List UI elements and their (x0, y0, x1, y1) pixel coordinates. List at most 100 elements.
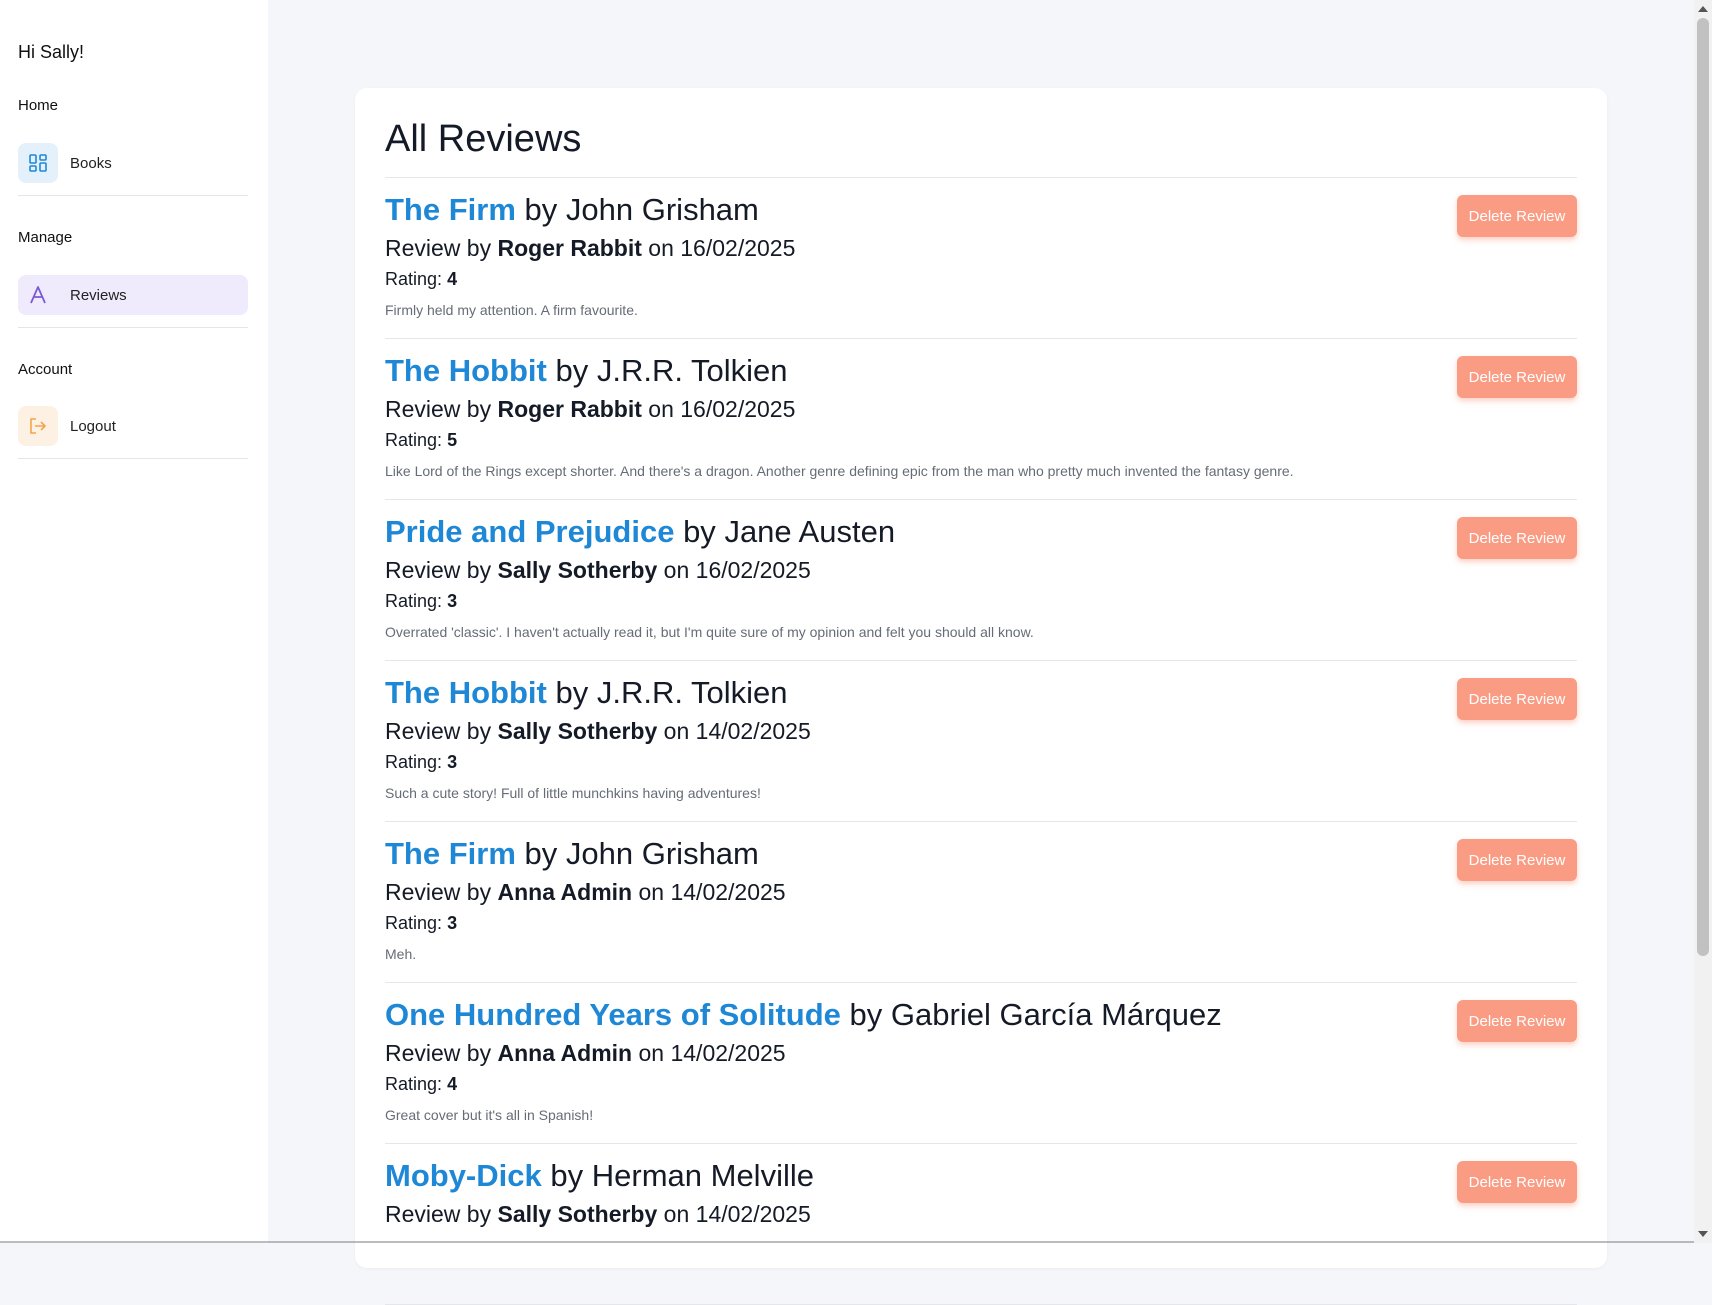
by-word: by (550, 1158, 584, 1193)
divider (18, 458, 248, 459)
sidebar-section-home: Home (18, 97, 59, 114)
sidebar: Hi Sally! Home Books Manage Reviews Acco… (0, 0, 268, 1243)
review-text: Such a cute story! Full of little munchk… (385, 785, 761, 801)
rating-prefix: Rating: (385, 913, 443, 933)
review-by-prefix: Review by (385, 1040, 492, 1066)
dashboard-grid-icon (18, 143, 58, 183)
book-title-link[interactable]: The Hobbit (385, 675, 547, 710)
rating-prefix: Rating: (385, 752, 443, 772)
review-heading: One Hundred Years of Solitude by Gabriel… (385, 997, 1222, 1033)
delete-review-button[interactable]: Delete Review (1457, 839, 1577, 881)
reviewer-name: Roger Rabbit (497, 396, 642, 422)
review-item: The Firm by John Grisham Review by Roger … (385, 178, 1577, 339)
book-title-link[interactable]: The Firm (385, 836, 516, 871)
rating-value: 4 (447, 269, 458, 289)
book-title-link[interactable]: Moby-Dick (385, 1158, 542, 1193)
review-heading: Pride and Prejudice by Jane Austen (385, 514, 895, 550)
review-heading: The Firm by John Grisham (385, 836, 759, 872)
book-author: Jane Austen (724, 514, 896, 549)
logout-icon (18, 406, 58, 446)
sidebar-section-account: Account (18, 361, 73, 378)
review-by-prefix: Review by (385, 396, 492, 422)
review-item: The Hobbit by J.R.R. Tolkien Review by Sa… (385, 661, 1577, 822)
rating-prefix: Rating: (385, 430, 443, 450)
on-word: on (663, 718, 690, 744)
delete-review-button[interactable]: Delete Review (1457, 678, 1577, 720)
review-text: Firmly held my attention. A firm favouri… (385, 302, 638, 318)
sidebar-item-label: Books (70, 154, 112, 172)
rating-value: 3 (447, 752, 458, 772)
sidebar-item-label: Logout (70, 417, 116, 435)
delete-review-button[interactable]: Delete Review (1457, 1000, 1577, 1042)
scrollbar[interactable] (1694, 0, 1712, 1243)
review-rating: Rating: 3 (385, 591, 457, 612)
delete-review-button[interactable]: Delete Review (1457, 517, 1577, 559)
review-meta: Review by Anna Admin on 14/02/2025 (385, 1040, 786, 1067)
reviewer-name: Roger Rabbit (497, 235, 642, 261)
review-item: The Firm by John Grisham Review by Anna A… (385, 822, 1577, 983)
on-word: on (663, 557, 690, 583)
review-text: Overrated 'classic'. I haven't actually … (385, 624, 1034, 640)
on-word: on (638, 1040, 665, 1066)
rating-value: 3 (447, 913, 458, 933)
by-word: by (555, 353, 589, 388)
review-date: 14/02/2025 (695, 1201, 811, 1227)
letter-a-icon (18, 275, 58, 315)
book-title-link[interactable]: Pride and Prejudice (385, 514, 674, 549)
sidebar-item-books[interactable]: Books (18, 143, 248, 183)
reviewer-name: Anna Admin (497, 1040, 633, 1066)
rating-prefix: Rating: (385, 269, 443, 289)
sidebar-item-label: Reviews (70, 286, 127, 304)
review-meta: Review by Sally Sotherby on 16/02/2025 (385, 557, 811, 584)
delete-review-button[interactable]: Delete Review (1457, 356, 1577, 398)
rating-value: 5 (447, 430, 458, 450)
rating-value: 3 (447, 591, 458, 611)
review-date: 14/02/2025 (695, 718, 811, 744)
book-title-link[interactable]: The Hobbit (385, 353, 547, 388)
rating-prefix: Rating: (385, 591, 443, 611)
reviewer-name: Anna Admin (497, 879, 633, 905)
review-text: Like Lord of the Rings except shorter. A… (385, 463, 1294, 479)
review-by-prefix: Review by (385, 557, 492, 583)
delete-review-button[interactable]: Delete Review (1457, 195, 1577, 237)
review-item: Pride and Prejudice by Jane Austen Review… (385, 500, 1577, 661)
scroll-thumb[interactable] (1697, 18, 1709, 956)
page-title: All Reviews (385, 118, 582, 160)
sidebar-item-reviews[interactable]: Reviews (18, 275, 248, 315)
review-rating: Rating: 4 (385, 1074, 457, 1095)
book-author: J.R.R. Tolkien (596, 353, 788, 388)
delete-review-button[interactable]: Delete Review (1457, 1161, 1577, 1203)
review-by-prefix: Review by (385, 235, 492, 261)
book-title-link[interactable]: One Hundred Years of Solitude (385, 997, 841, 1032)
review-item: One Hundred Years of Solitude by Gabriel… (385, 983, 1577, 1144)
divider (18, 195, 248, 196)
rating-value: 4 (447, 1074, 458, 1094)
review-date: 14/02/2025 (670, 879, 786, 905)
sidebar-item-logout[interactable]: Logout (18, 406, 248, 446)
on-word: on (663, 1201, 690, 1227)
scroll-up-icon[interactable] (1698, 6, 1708, 12)
review-date: 14/02/2025 (670, 1040, 786, 1066)
review-heading: The Hobbit by J.R.R. Tolkien (385, 675, 788, 711)
by-word: by (683, 514, 716, 549)
on-word: on (648, 235, 674, 261)
sidebar-section-manage: Manage (18, 229, 73, 246)
review-meta: Review by Sally Sotherby on 14/02/2025 (385, 718, 811, 745)
scroll-down-icon[interactable] (1698, 1231, 1708, 1237)
on-word: on (638, 879, 665, 905)
book-title-link[interactable]: The Firm (385, 192, 516, 227)
review-text: Great cover but it's all in Spanish! (385, 1107, 594, 1123)
book-author: J.R.R. Tolkien (596, 675, 788, 710)
review-by-prefix: Review by (385, 879, 492, 905)
review-text: Meh. (385, 946, 417, 962)
review-rating: Rating: 4 (385, 269, 457, 290)
rating-prefix: Rating: (385, 1074, 443, 1094)
review-by-prefix: Review by (385, 718, 492, 744)
by-word: by (524, 192, 558, 227)
review-date: 16/02/2025 (680, 235, 796, 261)
book-author: Herman Melville (591, 1158, 814, 1193)
review-meta: Review by Roger Rabbit on 16/02/2025 (385, 235, 795, 262)
review-heading: The Hobbit by J.R.R. Tolkien (385, 353, 788, 389)
review-meta: Review by Roger Rabbit on 16/02/2025 (385, 396, 795, 423)
review-heading: The Firm by John Grisham (385, 192, 759, 228)
